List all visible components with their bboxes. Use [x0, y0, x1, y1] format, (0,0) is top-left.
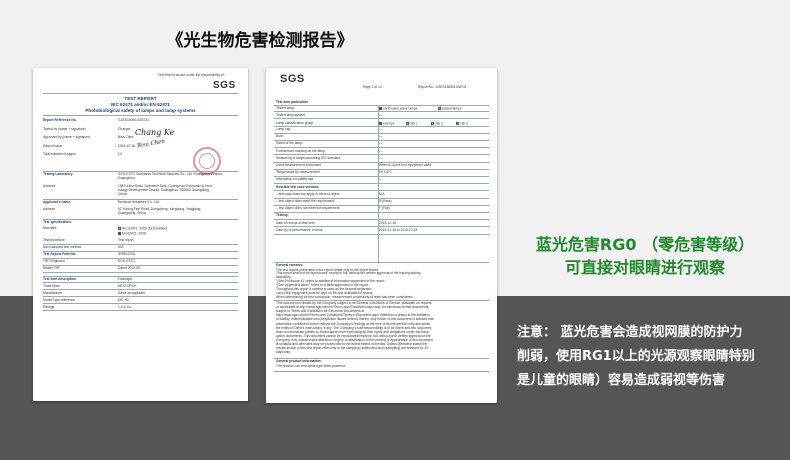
- testing-title: Testing:: [276, 213, 289, 218]
- field-label: Tested by (name + signature): [43, 126, 86, 131]
- particular-value: —: [379, 177, 383, 182]
- field-label: Report Reference No.: [43, 118, 77, 122]
- verdict-label: – test case does not apply to the test o…: [276, 191, 340, 196]
- verdict-value: N/A: [379, 191, 385, 196]
- verdict-label: – test object does meet the requirement: [276, 199, 335, 203]
- legal-line: results shown in this test report refer …: [276, 346, 429, 351]
- row-value: Same as applicant: [118, 290, 146, 295]
- row-value: Test report: [118, 238, 134, 242]
- row-value: SGS-CSTC: [118, 259, 136, 264]
- row-label: Non-standard test method: [43, 245, 82, 250]
- page-title: 《光生物危害检测报告》: [166, 31, 354, 51]
- test-report-cover-page: Test Report issued under the responsibil…: [33, 68, 248, 401]
- row-label: Master TRF: [43, 266, 61, 271]
- row-value: NEXTORCH: [118, 283, 137, 288]
- field-label: Date of issue: [43, 143, 63, 148]
- verdicts-title: Possible test case verdicts:: [276, 184, 320, 189]
- testing-label: Date (s) of performance of tests: [276, 227, 323, 232]
- particular-value: —: [379, 134, 383, 139]
- row-label: Manufacturer: [43, 290, 63, 295]
- field-value: 14: [118, 152, 122, 157]
- verdict-value: P (Pass): [379, 199, 392, 203]
- row-label: Test item description: [43, 276, 76, 281]
- row-label: Test procedure: [43, 238, 65, 242]
- testing-value: 2015-12-15: [379, 220, 396, 225]
- row-label: Ratings: [43, 304, 55, 309]
- lab-label: Testing Laboratory: [43, 172, 73, 176]
- row-label: Trade Mark: [43, 283, 60, 288]
- particular-label: Temperature by measurement: [276, 170, 320, 175]
- particular-label: Furthermore marking on the lamp: [276, 148, 325, 153]
- sgs-logo: SGS: [213, 80, 236, 91]
- testing-label: Date of receipt of test item: [276, 220, 315, 225]
- product-info-text: The product can emit white light when po…: [276, 364, 346, 368]
- row-label: Model/Type reference: [43, 297, 75, 302]
- particular-value: Refer to List of test equipment used: [379, 163, 432, 167]
- approver-signature: Bisa Chen: [136, 138, 166, 150]
- field-value: GZES150601033731: [118, 118, 149, 122]
- blue-hazard-rating-subtitle: 可直接对眼睛进行观察: [564, 258, 725, 277]
- row-value: IEC62471A: [118, 252, 135, 257]
- warning-note-line-3: 是儿童的眼睛）容易造成弱视等伤害: [517, 373, 726, 388]
- tester-signature: Chang Ke: [135, 128, 175, 137]
- test-report-page-3: SGS Page 3 of 14 Report No.: GZES1506010…: [266, 68, 497, 403]
- page-number: Page 3 of 14: [363, 85, 382, 89]
- standard-label: Standard: [43, 226, 57, 230]
- warning-note-line-2: 削弱，使用RG1以上的光源观察眼睛特别: [517, 349, 755, 364]
- blue-hazard-rating-title: 蓝光危害RG0 （零危害等级）: [535, 235, 755, 254]
- report-heading: TEST REPORT: [124, 96, 157, 101]
- particular-value: —: [379, 127, 383, 131]
- particular-label: Used measurement instrument: [276, 163, 322, 167]
- verdict-label: – test object does not meet the requirem…: [276, 206, 340, 211]
- warning-note-line-1: 注意： 蓝光危害会造成视网膜的防护力: [517, 325, 743, 340]
- row-value: DR. K3: [118, 297, 129, 302]
- lab-address-3: China: [118, 192, 127, 196]
- row-value: Flashlight: [118, 276, 133, 281]
- legal-line: days only.: [276, 350, 291, 355]
- standard-en: EN 62471: 2008: [118, 231, 146, 236]
- lab-address-label: Address: [43, 184, 56, 188]
- applicant-address-2: Guangdong, China: [118, 211, 146, 215]
- applicant-label: Applicant's name: [43, 200, 71, 204]
- applicant-address-label: Address: [43, 207, 56, 211]
- spec-label: Test specification:: [43, 220, 72, 224]
- issued-note: Test Report issued under the responsibil…: [158, 73, 225, 77]
- particular-value: —: [379, 141, 383, 146]
- particular-label: Bulb: [276, 134, 283, 139]
- field-label: Total number of pages: [43, 152, 76, 157]
- particular-label: Information for safety use: [276, 177, 314, 182]
- row-value: N/A: [118, 245, 124, 250]
- particular-label: Rated of the lamp: [276, 141, 303, 146]
- particular-label: Lamp cap: [276, 127, 291, 131]
- row-label: Test Report Form No.: [43, 252, 77, 257]
- field-label: Approved by (name + signature): [43, 135, 91, 140]
- report-subtitle: Photobiological safety of lamps and lamp…: [85, 108, 196, 113]
- field-value: 2015-12-18: [118, 143, 135, 148]
- report-number: Report No.: GZES150601033731: [418, 85, 467, 89]
- particular-value: 25 ± 5°C: [379, 170, 392, 175]
- row-label: TRF Originator: [43, 259, 65, 264]
- particular-value: —: [379, 148, 383, 153]
- remark-line: This report shall not be reproduced, exc…: [276, 271, 421, 276]
- field-value: Changxi...: [118, 126, 133, 131]
- testing-value: 2015-12-15 to 2015-12-18: [379, 227, 418, 232]
- particular-label: Seasoning of lamps according IEC standar…: [276, 155, 341, 160]
- verdict-value: F (Fail): [379, 206, 390, 211]
- sgs-logo: SGS: [280, 73, 305, 85]
- particular-value: —: [379, 155, 383, 160]
- lab-city: Guangzhou: [118, 176, 136, 180]
- warning-note: 注意： 蓝光危害会造成视网膜的防护力 削弱，使用RG1以上的光源观察眼睛特别 是…: [517, 321, 775, 393]
- row-value: 1.5 V d.c.: [118, 304, 132, 309]
- field-value: Bisa Chen: [118, 135, 134, 140]
- lab-address-2: nology Development District, Guangzhou, …: [118, 188, 210, 192]
- report-standard-line: IEC 62471 and/or EN 62471: [111, 102, 170, 107]
- applicant-name: Nextorch Industries Co., Ltd.: [118, 200, 160, 204]
- row-value: Dated 2012-05: [118, 266, 140, 271]
